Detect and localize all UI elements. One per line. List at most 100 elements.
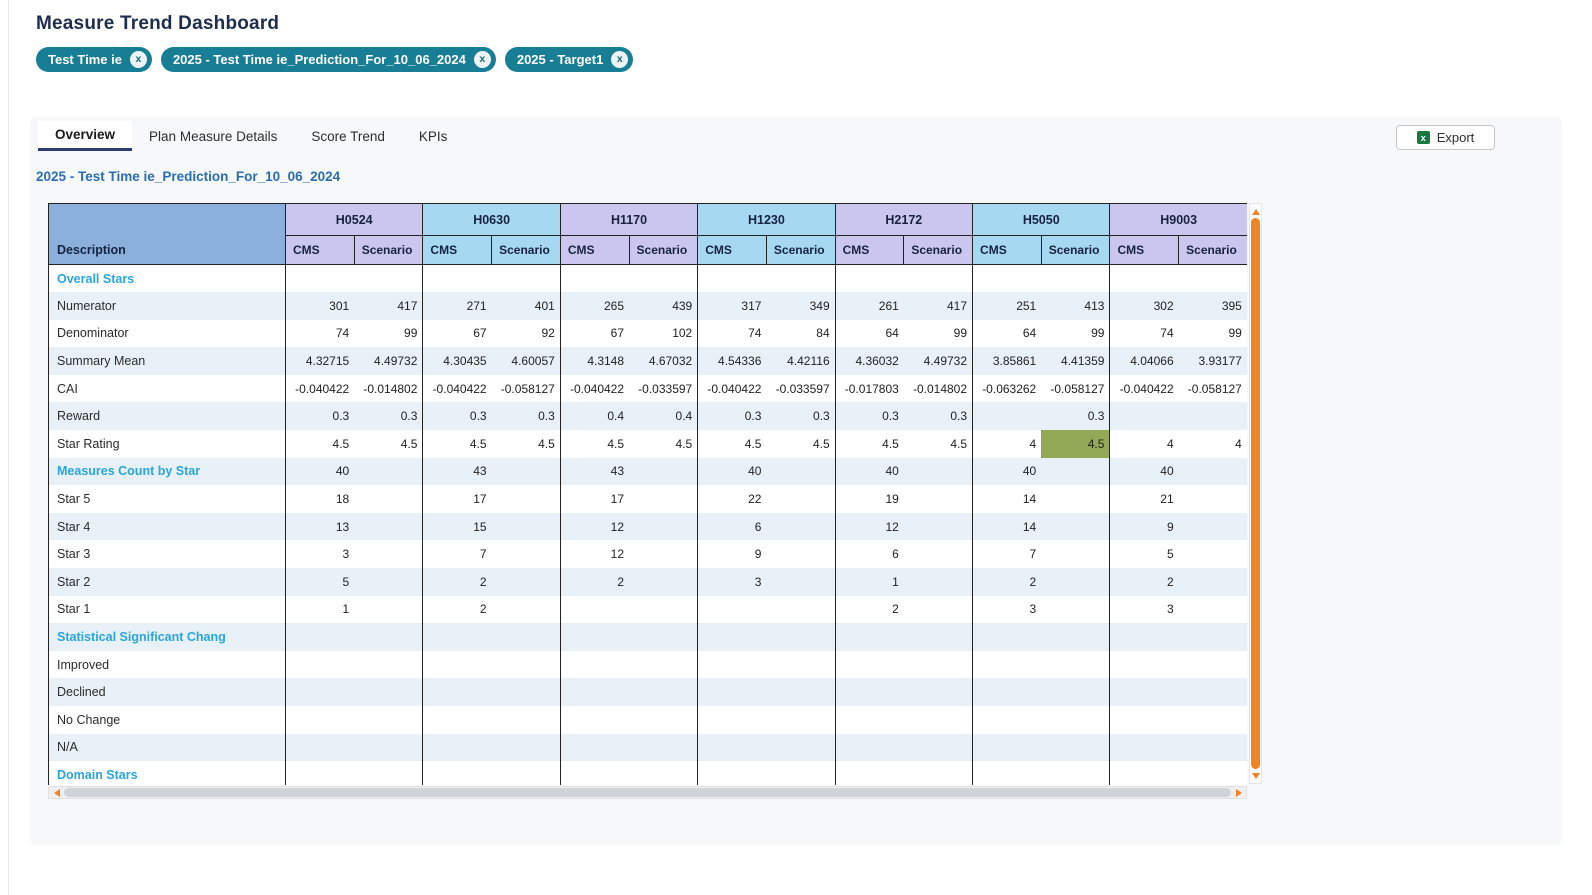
- vertical-scroll-thumb[interactable]: [1251, 218, 1260, 769]
- vertical-scrollbar[interactable]: [1249, 203, 1262, 784]
- value-cell: 0.3: [1041, 402, 1110, 430]
- value-cell: [904, 265, 973, 293]
- value-cell: 0.3: [354, 402, 423, 430]
- value-cell: [560, 596, 629, 624]
- value-cell: 301: [286, 292, 355, 320]
- scenario-section-title: 2025 - Test Time ie_Prediction_For_10_06…: [36, 169, 340, 184]
- value-cell: 2: [835, 596, 904, 624]
- value-cell: [698, 651, 767, 679]
- table-row: Denominator74996792671027484649964997499: [49, 320, 1248, 348]
- value-cell: -0.014802: [904, 375, 973, 403]
- section-row-label[interactable]: Overall Stars: [49, 265, 286, 293]
- value-cell: [492, 761, 561, 785]
- scroll-right-icon[interactable]: [1232, 787, 1245, 798]
- column-group-header: H1170: [560, 204, 697, 236]
- value-cell: [1179, 596, 1247, 624]
- value-cell: [698, 678, 767, 706]
- value-cell: [492, 706, 561, 734]
- value-cell: [560, 651, 629, 679]
- value-cell: [1110, 734, 1179, 762]
- value-cell: 102: [629, 320, 698, 348]
- value-cell: 3: [698, 568, 767, 596]
- section-row-label[interactable]: Domain Stars: [49, 761, 286, 785]
- table-row: Numerator3014172714012654393173492614172…: [49, 292, 1248, 320]
- value-cell: [423, 651, 492, 679]
- column-group-header: H5050: [973, 204, 1110, 236]
- table-row: Star 518171722191421: [49, 485, 1248, 513]
- value-cell: [1041, 678, 1110, 706]
- value-cell: 40: [1110, 458, 1179, 486]
- value-cell: 6: [835, 540, 904, 568]
- tab-overview[interactable]: Overview: [38, 121, 132, 151]
- value-cell: [560, 761, 629, 785]
- value-cell: [698, 596, 767, 624]
- table-row: Declined: [49, 678, 1248, 706]
- filter-chip[interactable]: Test Time ie x: [36, 47, 152, 72]
- value-cell: [560, 706, 629, 734]
- tab-kpis[interactable]: KPIs: [402, 121, 465, 151]
- value-cell: 9: [1110, 513, 1179, 541]
- value-cell: [354, 485, 423, 513]
- value-cell: 19: [835, 485, 904, 513]
- tab-score-trend[interactable]: Score Trend: [294, 121, 402, 151]
- horizontal-scrollbar[interactable]: [48, 786, 1247, 799]
- value-cell: [286, 678, 355, 706]
- value-cell: 317: [698, 292, 767, 320]
- row-label: Star 3: [49, 540, 286, 568]
- value-cell: [835, 623, 904, 651]
- value-cell: [629, 651, 698, 679]
- sub-column-header: CMS: [560, 236, 629, 265]
- tab-plan-measure-details[interactable]: Plan Measure Details: [132, 121, 294, 151]
- value-cell: [492, 734, 561, 762]
- value-cell: [1041, 513, 1110, 541]
- value-cell: 251: [973, 292, 1042, 320]
- value-cell: [560, 734, 629, 762]
- value-cell: 84: [766, 320, 835, 348]
- value-cell: 12: [560, 513, 629, 541]
- row-label: Improved: [49, 651, 286, 679]
- tab-bar: Overview Plan Measure Details Score Tren…: [38, 121, 464, 151]
- value-cell: 4.67032: [629, 347, 698, 375]
- value-cell: [354, 596, 423, 624]
- excel-icon: x: [1417, 131, 1430, 144]
- value-cell: 271: [423, 292, 492, 320]
- value-cell: 4: [1110, 430, 1179, 458]
- value-cell: [1041, 706, 1110, 734]
- value-cell: 4: [973, 430, 1042, 458]
- value-cell: [354, 568, 423, 596]
- value-cell: [354, 458, 423, 486]
- section-row-label[interactable]: Statistical Significant Chang: [49, 623, 286, 651]
- value-cell: [698, 265, 767, 293]
- chip-close-icon[interactable]: x: [130, 51, 147, 68]
- value-cell: [560, 623, 629, 651]
- scroll-left-icon[interactable]: [50, 787, 63, 798]
- value-cell: 6: [698, 513, 767, 541]
- value-cell: 4: [1179, 430, 1247, 458]
- sub-column-header: CMS: [698, 236, 767, 265]
- filter-chip[interactable]: 2025 - Target1 x: [505, 47, 633, 72]
- scroll-down-icon[interactable]: [1250, 769, 1261, 782]
- table-row: Measures Count by Star40434340404040: [49, 458, 1248, 486]
- value-cell: 74: [698, 320, 767, 348]
- value-cell: [1041, 596, 1110, 624]
- value-cell: 4.5: [560, 430, 629, 458]
- sub-column-header: Scenario: [766, 236, 835, 265]
- value-cell: -0.058127: [492, 375, 561, 403]
- value-cell: 1: [286, 596, 355, 624]
- value-cell: [904, 513, 973, 541]
- section-row-label[interactable]: Measures Count by Star: [49, 458, 286, 486]
- sub-column-header: Scenario: [354, 236, 423, 265]
- row-label: Numerator: [49, 292, 286, 320]
- filter-chip[interactable]: 2025 - Test Time ie_Prediction_For_10_06…: [161, 47, 496, 72]
- scroll-up-icon[interactable]: [1250, 205, 1261, 218]
- horizontal-scroll-thumb[interactable]: [64, 788, 1231, 797]
- chip-close-icon[interactable]: x: [474, 51, 491, 68]
- value-cell: [904, 734, 973, 762]
- value-cell: 4.04066: [1110, 347, 1179, 375]
- row-label: Star 4: [49, 513, 286, 541]
- export-button[interactable]: x Export: [1396, 125, 1495, 150]
- value-cell: 4.5: [835, 430, 904, 458]
- value-cell: 15: [423, 513, 492, 541]
- row-label: Star 1: [49, 596, 286, 624]
- chip-close-icon[interactable]: x: [611, 51, 628, 68]
